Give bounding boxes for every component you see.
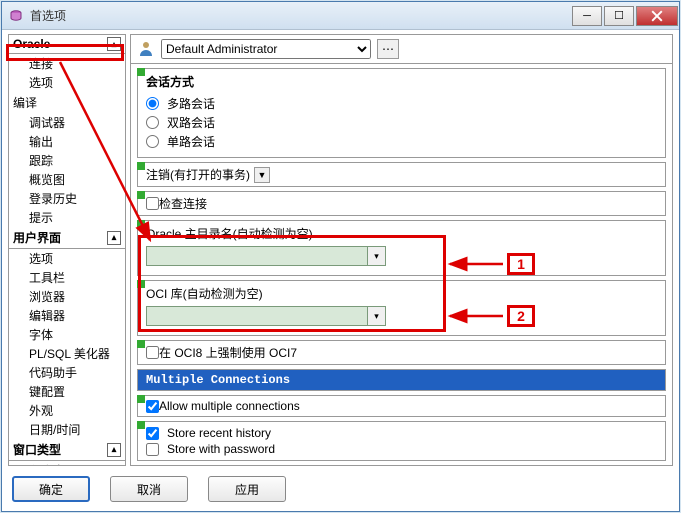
store-password-label: Store with password: [167, 442, 275, 456]
force-oci7-section: 在 OCI8 上强制使用 OCI7: [137, 340, 666, 365]
sidebar-item[interactable]: 字体: [9, 325, 125, 344]
oci-lib-section: OCI 库(自动检测为空) ▾: [137, 280, 666, 336]
indicator-icon: [137, 68, 145, 76]
cancel-button[interactable]: 取消: [110, 476, 188, 502]
collapse-icon: ▴: [107, 37, 121, 51]
indicator-icon: [137, 191, 145, 199]
sidebar-category[interactable]: Oracle▴: [9, 35, 125, 54]
session-radio[interactable]: [146, 97, 159, 110]
sidebar-item[interactable]: 外观: [9, 401, 125, 420]
sidebar-category[interactable]: 编译: [9, 92, 125, 113]
collapse-icon: ▴: [107, 443, 121, 457]
app-icon: [8, 8, 24, 24]
titlebar: 首选项 ─ ☐: [2, 2, 679, 30]
sidebar-item[interactable]: 输出: [9, 132, 125, 151]
oracle-home-section: Oracle 主目录名(自动检测为空) ▾: [137, 220, 666, 276]
logout-label: 注销(有打开的事务): [146, 166, 250, 183]
toolbar: Default Administrator ⋯: [130, 34, 673, 64]
sidebar-item[interactable]: 键配置: [9, 382, 125, 401]
sidebar-item[interactable]: 编辑器: [9, 306, 125, 325]
sidebar-item[interactable]: PL/SQL 美化器: [9, 344, 125, 363]
sidebar-item[interactable]: 概览图: [9, 170, 125, 189]
sidebar-item[interactable]: 代码助手: [9, 363, 125, 382]
session-radio[interactable]: [146, 116, 159, 129]
logout-section: 注销(有打开的事务) ▼: [137, 162, 666, 187]
admin-select[interactable]: Default Administrator: [161, 39, 371, 59]
indicator-icon: [137, 220, 145, 228]
sidebar-item[interactable]: 调试器: [9, 113, 125, 132]
sidebar-item[interactable]: 提示: [9, 208, 125, 227]
check-conn-section: 检查连接: [137, 191, 666, 216]
force-oci7-label: 在 OCI8 上强制使用 OCI7: [159, 344, 297, 361]
sidebar-category[interactable]: 用户界面▴: [9, 227, 125, 249]
indicator-icon: [137, 395, 145, 403]
sidebar-item[interactable]: 日期/时间: [9, 420, 125, 439]
sidebar-item[interactable]: 工具栏: [9, 268, 125, 287]
sidebar-item[interactable]: 程序窗口: [9, 461, 125, 466]
sidebar-item[interactable]: 选项: [9, 73, 125, 92]
force-oci7-checkbox[interactable]: [146, 346, 159, 359]
sidebar-item[interactable]: 选项: [9, 249, 125, 268]
session-option-label: 多路会话: [167, 95, 215, 112]
maximize-button[interactable]: ☐: [604, 6, 634, 26]
store-password-checkbox[interactable]: [146, 443, 159, 456]
allow-multi-label: Allow multiple connections: [159, 399, 300, 413]
allow-multi-section: Allow multiple connections: [137, 395, 666, 417]
sidebar-item[interactable]: 跟踪: [9, 151, 125, 170]
annotation-number-2: 2: [507, 305, 535, 327]
indicator-icon: [137, 280, 145, 288]
check-conn-label: 检查连接: [159, 195, 207, 212]
chevron-down-icon[interactable]: ▼: [254, 167, 270, 183]
minimize-button[interactable]: ─: [572, 6, 602, 26]
oracle-home-label: Oracle 主目录名(自动检测为空): [146, 225, 657, 242]
ok-button[interactable]: 确定: [12, 476, 90, 502]
chevron-down-icon: ▾: [367, 307, 385, 325]
oci-lib-label: OCI 库(自动检测为空): [146, 285, 657, 302]
apply-button[interactable]: 应用: [208, 476, 286, 502]
session-radio[interactable]: [146, 135, 159, 148]
sidebar-item[interactable]: 浏览器: [9, 287, 125, 306]
collapse-icon: ▴: [107, 231, 121, 245]
indicator-icon: [137, 421, 145, 429]
chevron-down-icon: ▾: [367, 247, 385, 265]
indicator-icon: [137, 162, 145, 170]
sidebar: Oracle▴连接选项编译调试器输出跟踪概览图登录历史提示用户界面▴选项工具栏浏…: [8, 34, 126, 466]
oci-lib-combo[interactable]: ▾: [146, 306, 386, 326]
store-history-checkbox[interactable]: [146, 427, 159, 440]
indicator-icon: [137, 340, 145, 348]
content-panel: 会话方式 多路会话双路会话单路会话 注销(有打开的事务) ▼ 检查连接 Orac…: [130, 64, 673, 466]
button-bar: 确定 取消 应用: [2, 470, 679, 508]
admin-icon: [137, 39, 155, 60]
history-section: Store recent history Store with password: [137, 421, 666, 461]
sidebar-item[interactable]: 连接: [9, 54, 125, 73]
store-history-label: Store recent history: [167, 426, 271, 440]
toolbar-menu-button[interactable]: ⋯: [377, 39, 399, 59]
session-section: 会话方式 多路会话双路会话单路会话: [137, 68, 666, 158]
close-button[interactable]: [636, 6, 678, 26]
session-title: 会话方式: [146, 73, 657, 90]
annotation-number-1: 1: [507, 253, 535, 275]
sidebar-category[interactable]: 窗口类型▴: [9, 439, 125, 461]
multiple-connections-header: Multiple Connections: [137, 369, 666, 391]
sidebar-item[interactable]: 登录历史: [9, 189, 125, 208]
window-title: 首选项: [30, 7, 571, 24]
allow-multi-checkbox[interactable]: [146, 400, 159, 413]
session-option-label: 双路会话: [167, 114, 215, 131]
oracle-home-combo[interactable]: ▾: [146, 246, 386, 266]
session-option-label: 单路会话: [167, 133, 215, 150]
check-conn-checkbox[interactable]: [146, 197, 159, 210]
